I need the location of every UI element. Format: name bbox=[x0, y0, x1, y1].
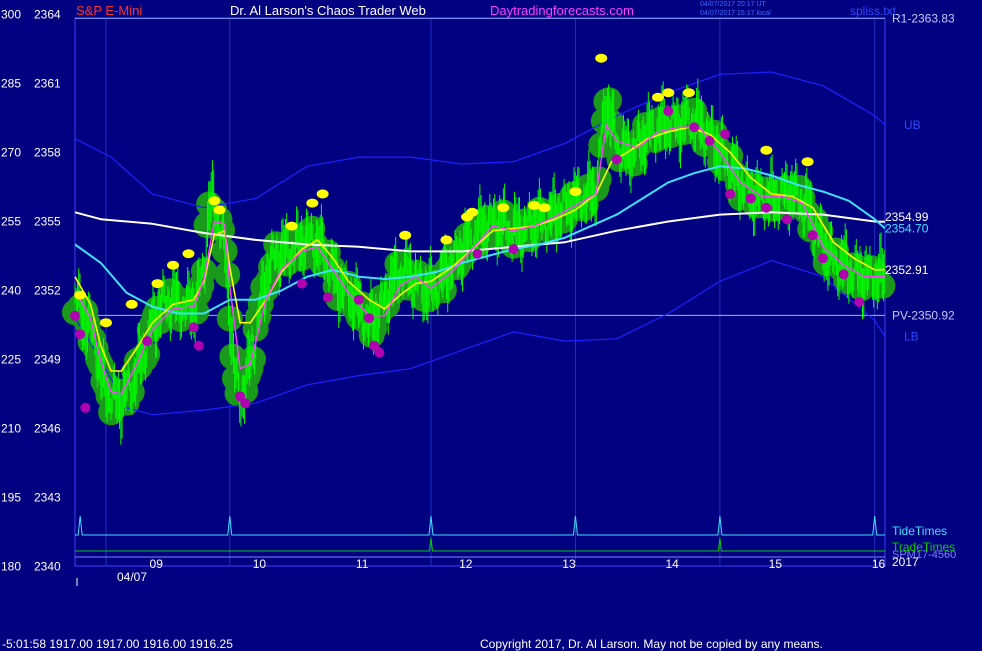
swing-high-dot bbox=[316, 189, 329, 199]
swing-low-dot bbox=[75, 329, 86, 340]
right-value-label: LB bbox=[904, 330, 919, 344]
trade-times-label: TradeTimes bbox=[892, 540, 955, 554]
swing-low-dot bbox=[70, 310, 80, 321]
tide-times-label: TideTimes bbox=[892, 524, 947, 538]
swing-low-dot bbox=[807, 230, 818, 241]
x-hour-tick: 16 bbox=[872, 557, 886, 571]
swing-low-dot bbox=[818, 253, 829, 264]
swing-high-dot bbox=[801, 157, 814, 167]
swing-high-dot bbox=[285, 221, 298, 231]
y-scale-tick: 255 bbox=[1, 215, 21, 229]
y-scale-tick: 240 bbox=[1, 284, 21, 298]
swing-low-dot bbox=[689, 122, 700, 133]
swing-low-dot bbox=[508, 244, 519, 255]
y-scale-tick: 225 bbox=[1, 353, 21, 367]
swing-low-dot bbox=[838, 269, 849, 280]
y-price-tick: 2349 bbox=[34, 353, 61, 367]
swing-low-dot bbox=[193, 340, 204, 351]
swing-high-dot bbox=[569, 187, 582, 197]
x-hour-tick: 12 bbox=[459, 557, 473, 571]
swing-low-dot bbox=[854, 297, 865, 307]
price-chart: R1-2363.83 PV-2350.92 180 2340 195 2343 210 234… bbox=[0, 0, 982, 650]
swing-high-dot bbox=[74, 290, 87, 300]
swing-high-dot bbox=[306, 198, 319, 208]
swing-high-dot bbox=[440, 235, 453, 245]
year-label: 2017 bbox=[892, 555, 919, 569]
y-scale-tick: 300 bbox=[1, 8, 21, 22]
x-hour-tick: 15 bbox=[769, 557, 783, 571]
x-hour-tick: 11 bbox=[356, 557, 369, 571]
y-price-tick: 2352 bbox=[34, 284, 61, 298]
right-value-label: 2354.70 bbox=[885, 221, 929, 235]
swing-low-dot bbox=[374, 347, 385, 358]
swing-high-dot bbox=[208, 196, 221, 206]
y-price-tick: 2343 bbox=[34, 491, 61, 505]
swing-low-dot bbox=[761, 202, 772, 213]
site-link[interactable]: Daytradingforecasts.com bbox=[490, 3, 634, 18]
swing-low-dot bbox=[704, 136, 715, 146]
swing-low-dot bbox=[720, 129, 731, 140]
copyright-notice: Copyright 2017, Dr. Al Larson. May not b… bbox=[480, 637, 823, 651]
symbol-label: S&P E-Mini bbox=[76, 3, 143, 18]
y-scale-tick: 180 bbox=[1, 560, 21, 574]
swing-high-dot bbox=[125, 299, 138, 309]
y-price-tick: 2346 bbox=[34, 422, 61, 436]
date-label: 04/07 bbox=[117, 570, 148, 584]
y-scale-tick: 210 bbox=[1, 422, 21, 436]
x-hour-tick: 14 bbox=[665, 557, 679, 571]
swing-high-dot bbox=[651, 92, 664, 102]
level-label: PV-2350.92 bbox=[892, 308, 955, 322]
swing-high-dot bbox=[662, 88, 675, 98]
y-price-tick: 2358 bbox=[34, 146, 61, 160]
y-price-tick: 2364 bbox=[34, 8, 61, 22]
swing-high-dot bbox=[760, 145, 773, 155]
y-scale-tick: 270 bbox=[1, 146, 21, 160]
x-hour-tick: 13 bbox=[562, 557, 576, 571]
swing-high-dot bbox=[497, 203, 510, 213]
swing-high-dot bbox=[399, 230, 412, 240]
swing-low-dot bbox=[322, 292, 333, 303]
chart-title: Dr. Al Larson's Chaos Trader Web bbox=[230, 3, 426, 18]
y-price-tick: 2355 bbox=[34, 215, 61, 229]
y-scale-tick: 195 bbox=[1, 491, 21, 505]
y-price-tick: 2361 bbox=[34, 77, 61, 91]
x-hour-tick: 09 bbox=[150, 557, 164, 571]
swing-low-dot bbox=[142, 336, 153, 347]
swing-high-dot bbox=[466, 207, 479, 217]
swing-high-dot bbox=[528, 200, 541, 210]
level-label: R1-2363.83 bbox=[892, 11, 955, 25]
swing-low-dot bbox=[364, 313, 375, 324]
swing-high-dot bbox=[538, 203, 551, 213]
x-hour-tick: 10 bbox=[253, 557, 267, 571]
corner-file-label: spliss.txt bbox=[850, 4, 897, 18]
timestamp-local: 04/07/2017 15:17 local bbox=[700, 10, 771, 17]
swing-high-dot bbox=[595, 53, 608, 63]
swing-high-dot bbox=[682, 88, 695, 98]
price-readout: -5:01:58 1917.00 1917.00 1916.00 1916.25 bbox=[2, 637, 233, 651]
y-scale-tick: 285 bbox=[1, 77, 21, 91]
swing-low-dot bbox=[663, 106, 674, 117]
swing-low-dot bbox=[188, 322, 199, 333]
swing-low-dot bbox=[781, 214, 792, 225]
right-value-label: UB bbox=[904, 118, 921, 132]
swing-high-dot bbox=[182, 249, 195, 259]
swing-low-dot bbox=[611, 154, 622, 165]
swing-high-dot bbox=[213, 205, 226, 215]
swing-low-dot bbox=[353, 294, 364, 305]
timestamp-utc: 04/07/2017 20:17 UT bbox=[700, 1, 766, 8]
y-price-tick: 2340 bbox=[34, 560, 61, 574]
swing-low-dot bbox=[745, 193, 756, 204]
swing-low-dot bbox=[472, 248, 483, 259]
swing-high-dot bbox=[167, 260, 180, 270]
swing-low-dot bbox=[297, 278, 308, 289]
swing-low-dot bbox=[240, 398, 251, 409]
swing-low-dot bbox=[80, 402, 91, 413]
swing-high-dot bbox=[99, 318, 112, 328]
swing-high-dot bbox=[151, 279, 164, 289]
swing-low-dot bbox=[725, 188, 736, 199]
right-value-label: 2352.91 bbox=[885, 263, 929, 277]
